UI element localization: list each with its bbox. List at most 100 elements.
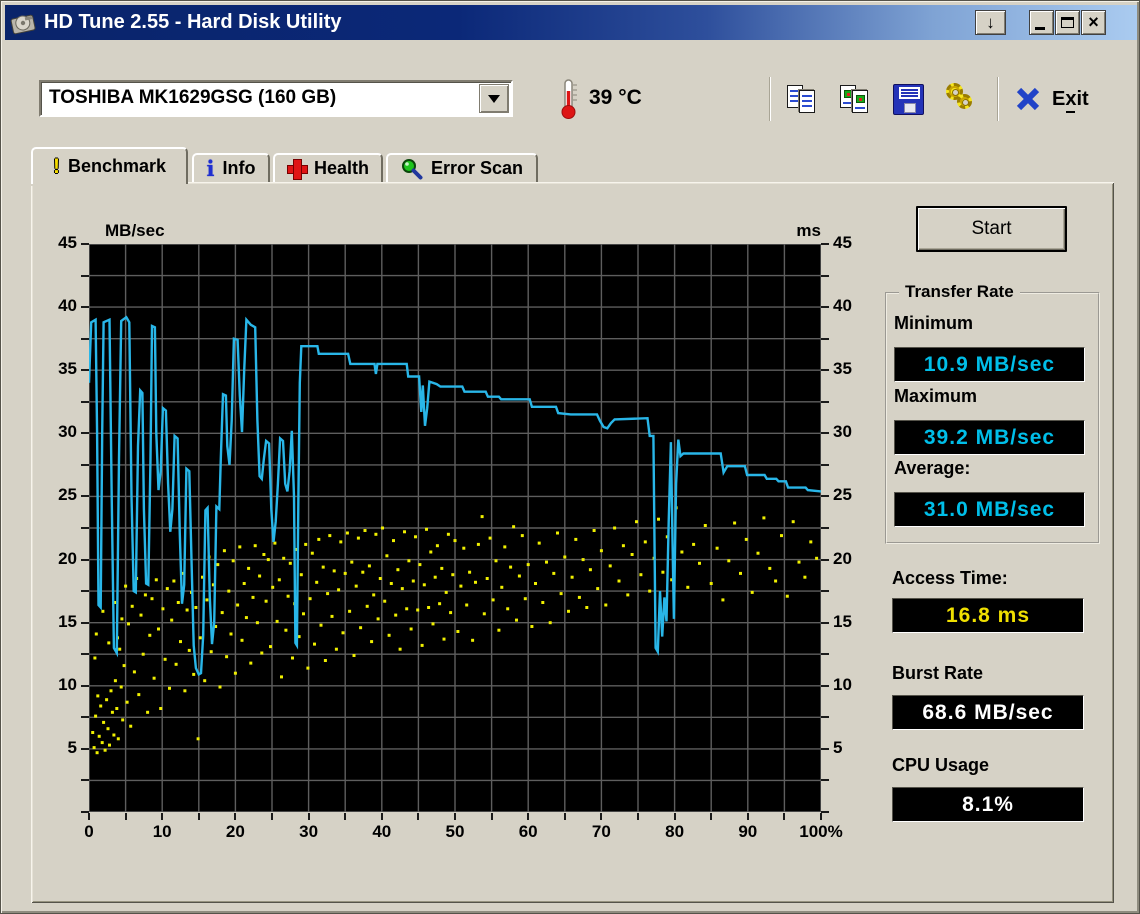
save-button[interactable] <box>885 77 931 121</box>
tab-info[interactable]: i Info <box>192 153 270 182</box>
tab-info-label: Info <box>222 158 256 178</box>
x-axis-tick-label: 20 <box>225 822 245 841</box>
window-title: HD Tune 2.55 - Hard Disk Utility <box>44 11 342 33</box>
x-axis-tick <box>161 813 164 820</box>
x-axis-tick <box>783 813 786 820</box>
tab-health-label: Health <box>313 158 369 178</box>
minimum-value: 10.9 MB/sec <box>894 347 1085 382</box>
exit-accelerator-underline <box>1066 111 1075 113</box>
y-axis-tick-left <box>81 558 89 561</box>
x-axis-tick <box>820 813 822 820</box>
average-value: 31.0 MB/sec <box>894 492 1085 527</box>
y-axis-tick-left <box>81 527 89 529</box>
y-axis-tick-left <box>81 747 89 750</box>
drive-select-dropdown-button[interactable] <box>479 84 509 113</box>
drive-temperature: 39 °C <box>589 86 642 109</box>
x-axis-tick-label: 40 <box>372 822 392 841</box>
x-axis-tick-label: 50 <box>445 822 465 841</box>
y-axis-tick-right <box>821 527 829 529</box>
y-axis-tick-right <box>821 369 829 372</box>
options-gears-icon <box>944 82 978 116</box>
exit-label[interactable]: Exit <box>1052 88 1089 111</box>
y-axis-tick-right <box>821 274 829 277</box>
copy-text-icon <box>785 82 819 116</box>
maximum-value: 39.2 MB/sec <box>894 420 1085 455</box>
y-axis-tick-label-left: 45 <box>58 233 77 252</box>
red-cross-icon <box>286 159 308 180</box>
average-label: Average: <box>894 458 971 478</box>
access-time-value: 16.8 ms <box>892 598 1084 633</box>
tab-error-scan-label: Error Scan <box>430 158 524 178</box>
thermometer-icon <box>557 78 583 125</box>
x-axis-tick-label: 10 <box>152 822 172 841</box>
y-axis-tick-label-right: 35 <box>833 359 852 379</box>
y-axis-tick-label-right: 45 <box>833 233 852 252</box>
x-axis-tick-label: 0 <box>84 822 94 841</box>
x-axis-tick <box>527 813 530 820</box>
hdtune-window: HD Tune 2.55 - Hard Disk Utility ↓ × TOS… <box>0 0 1140 914</box>
y-axis-tick-left <box>81 432 89 435</box>
y-axis-tick-left <box>81 684 89 687</box>
tab-health[interactable]: Health <box>273 153 383 182</box>
y-axis-tick-label-left: 25 <box>58 485 77 505</box>
x-axis-tick <box>490 813 493 820</box>
y-axis-tick-right <box>821 495 829 498</box>
maximize-button[interactable] <box>1055 10 1080 35</box>
minimize-to-tray-button[interactable]: ↓ <box>975 10 1006 35</box>
titlebar[interactable]: HD Tune 2.55 - Hard Disk Utility ↓ × <box>5 5 1137 40</box>
start-button[interactable]: Start <box>916 206 1067 252</box>
tab-error-scan[interactable]: Error Scan <box>386 153 538 182</box>
y-axis-tick-right <box>821 337 829 340</box>
x-axis-tick <box>454 813 456 820</box>
cpu-usage-value: 8.1% <box>892 787 1084 822</box>
minimize-button[interactable] <box>1029 10 1054 35</box>
copy-screenshot-button[interactable] <box>832 77 878 121</box>
hard-disk-app-icon <box>9 9 39 37</box>
x-axis-tick-label: 100% <box>799 822 843 841</box>
x-axis-tick-label: 60 <box>518 822 538 841</box>
y-axis-tick-right <box>821 463 829 466</box>
y-axis-tick-right <box>821 558 829 561</box>
tab-benchmark[interactable]: ! Benchmark <box>31 147 188 184</box>
y-axis-tick-label-right: 10 <box>833 674 852 694</box>
toolbar-separator <box>997 77 999 121</box>
tab-benchmark-label: Benchmark <box>67 156 167 176</box>
drive-select-combobox[interactable]: TOSHIBA MK1629GSG (160 GB) <box>39 80 513 117</box>
close-button[interactable]: × <box>1081 10 1106 35</box>
y-axis-right-unit: ms <box>796 221 821 240</box>
x-axis-tick <box>271 813 273 820</box>
y-axis-tick-right <box>821 811 829 813</box>
x-axis-tick <box>197 813 200 820</box>
y-axis-tick-left <box>81 400 89 403</box>
y-axis-tick-right <box>821 653 829 656</box>
y-axis-tick-left <box>81 811 89 813</box>
y-axis-tick-label-left: 20 <box>58 548 77 568</box>
y-axis-tick-label-left: 30 <box>58 422 77 442</box>
y-axis-tick-label-right: 30 <box>833 422 852 442</box>
down-arrow-icon: ↓ <box>986 12 995 32</box>
copy-text-button[interactable] <box>779 77 825 121</box>
exit-button[interactable] <box>1009 77 1047 121</box>
y-axis-tick-left <box>81 274 89 277</box>
burst-rate-value: 68.6 MB/sec <box>892 695 1084 730</box>
benchmark-chart <box>89 244 821 812</box>
toolbar-separator <box>769 77 771 121</box>
x-axis-tick-label: 80 <box>665 822 685 841</box>
x-axis-tick <box>234 813 237 820</box>
y-axis-tick-left <box>81 779 89 782</box>
x-axis-tick-label: 90 <box>738 822 758 841</box>
x-axis-tick <box>746 813 749 820</box>
exit-x-icon <box>1016 87 1040 111</box>
y-axis-tick-right <box>821 243 829 245</box>
y-axis-tick-left <box>81 621 89 624</box>
y-axis-tick-left <box>81 463 89 466</box>
y-axis-tick-right <box>821 779 829 782</box>
x-axis-tick <box>88 813 90 820</box>
x-axis-tick <box>124 813 127 820</box>
burst-rate-label: Burst Rate <box>892 663 984 683</box>
maximize-icon <box>1061 17 1074 28</box>
drive-select-value: TOSHIBA MK1629GSG (160 GB) <box>49 87 337 108</box>
y-axis-tick-label-left: 15 <box>58 611 77 631</box>
options-button[interactable] <box>938 77 984 121</box>
x-axis-tick <box>307 813 310 820</box>
